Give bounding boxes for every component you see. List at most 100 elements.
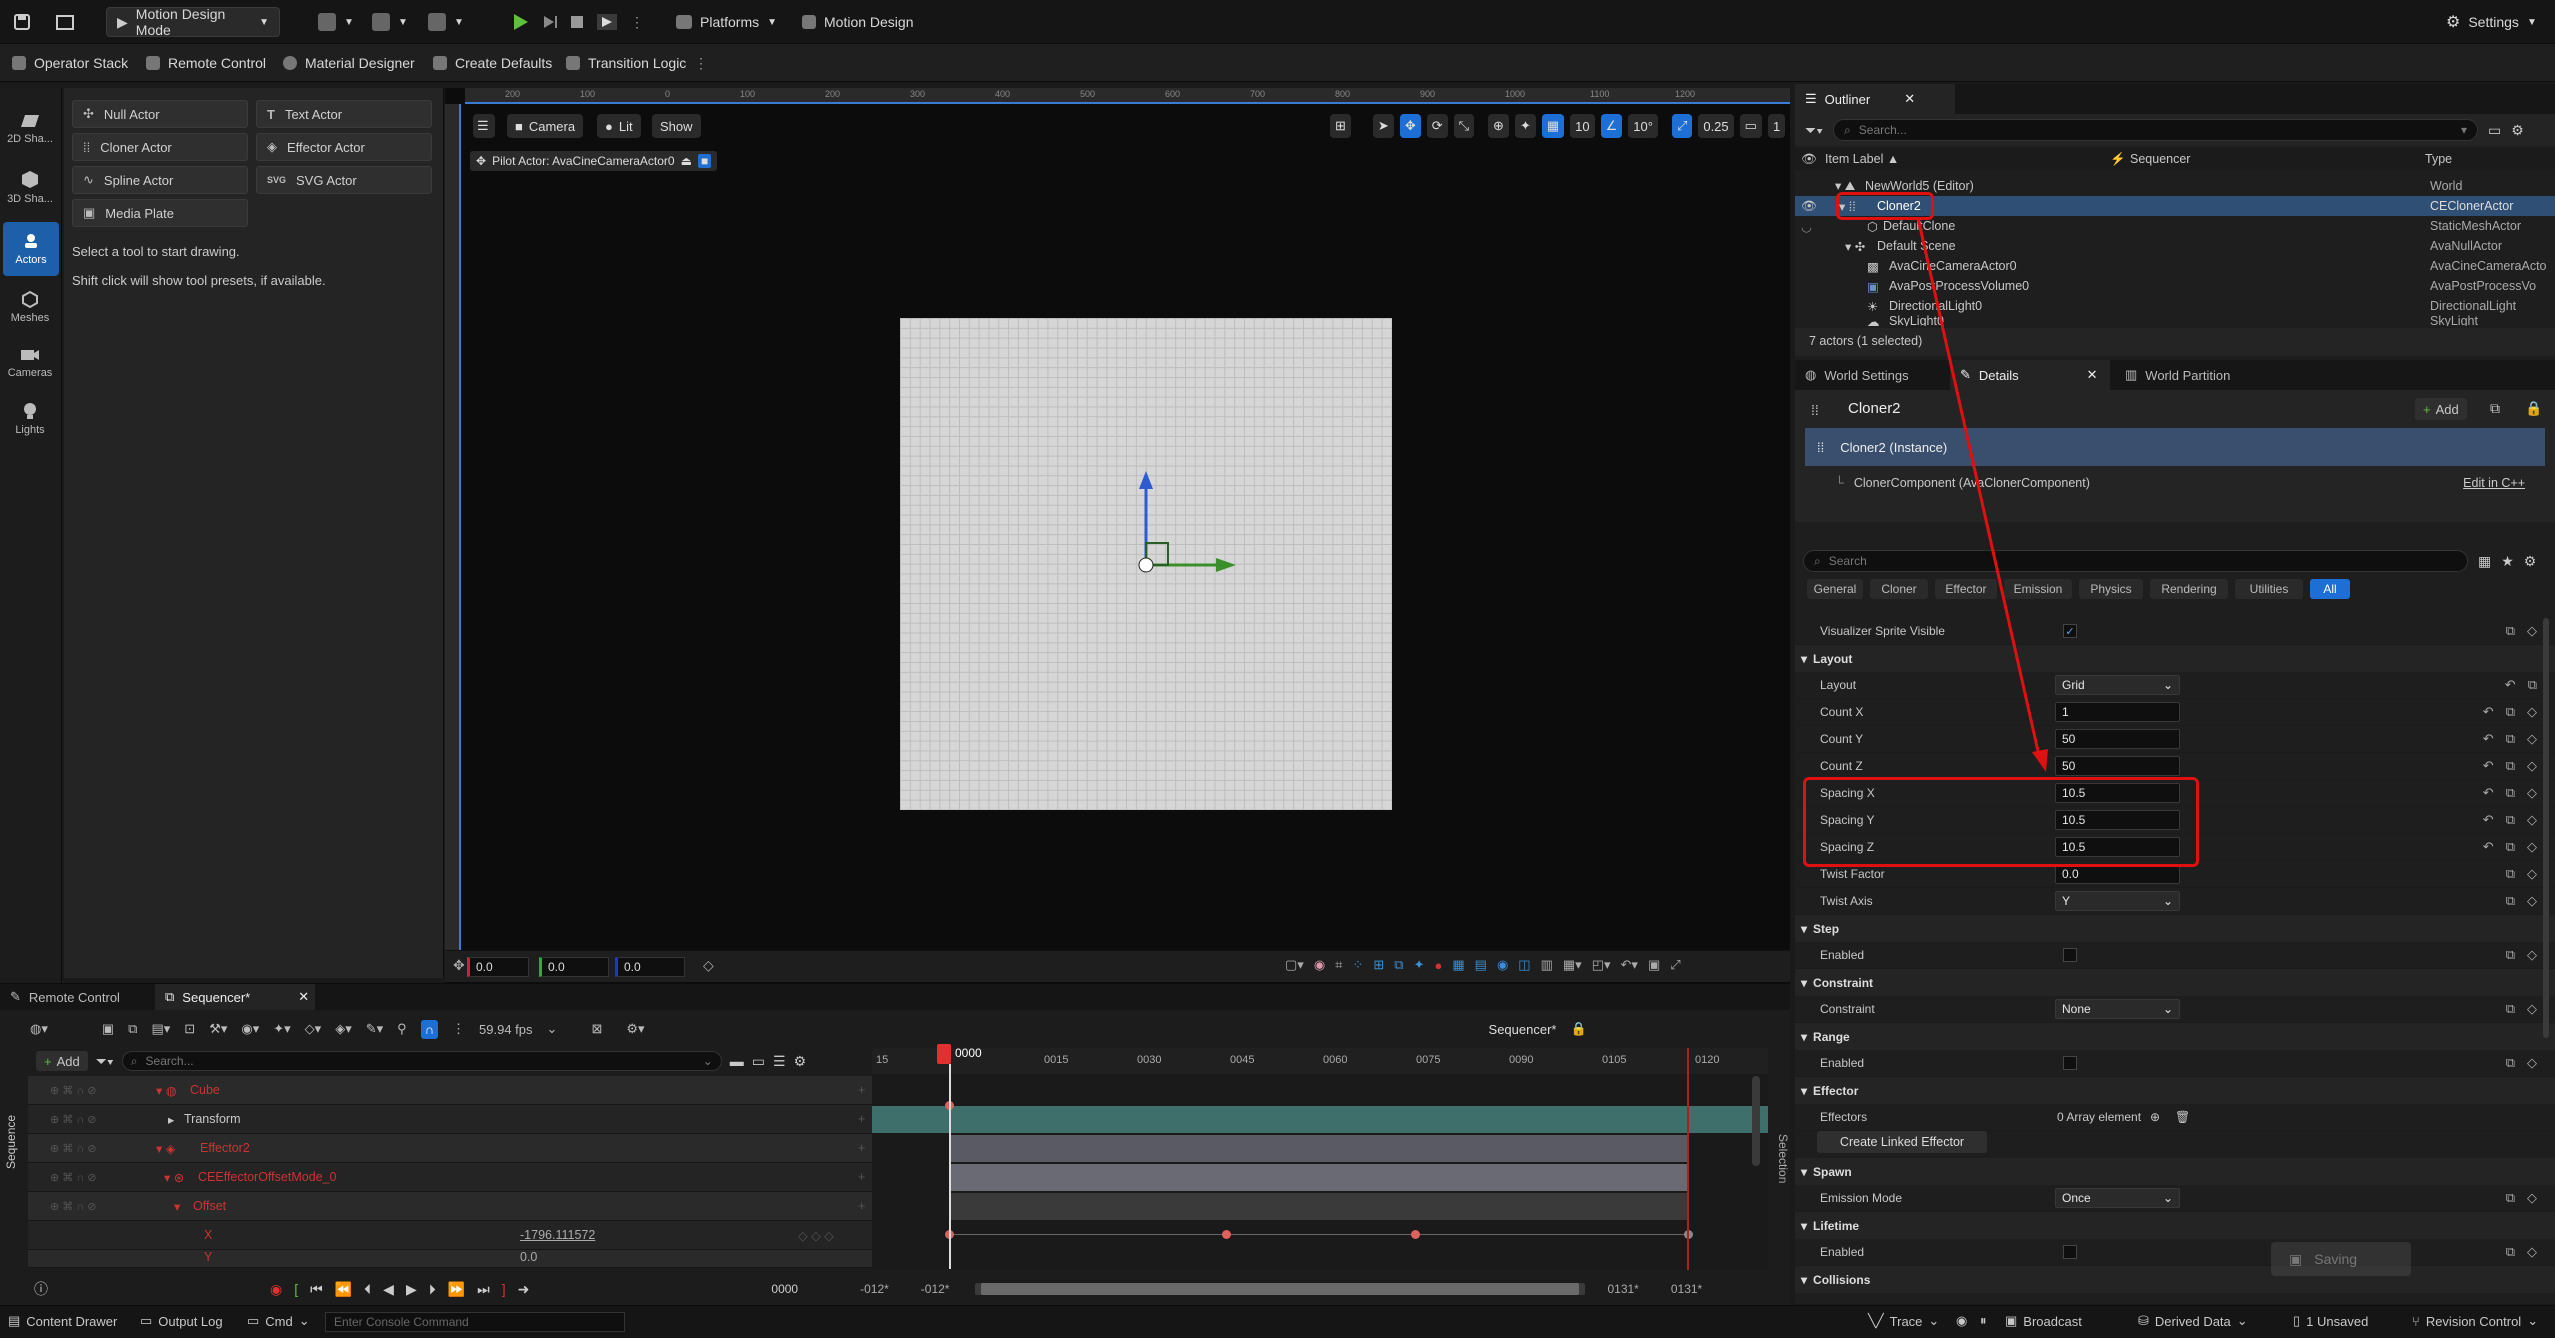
view-end-field[interactable]: 0131* (1671, 1282, 1702, 1296)
revision-control-button[interactable]: ⑂ Revision Control ⌄ (2412, 1313, 2538, 1329)
world-space-icon[interactable]: ⊕ (1488, 114, 1509, 138)
unsaved-button[interactable]: ▯ 1 Unsaved (2293, 1313, 2368, 1329)
save-icon[interactable]: ▣ (102, 1021, 114, 1037)
add-track-icon[interactable]: + (858, 1170, 865, 1184)
eye-icon[interactable]: 👁 (1801, 199, 1817, 214)
keyframe-add-icon[interactable]: ⧉ (2506, 812, 2515, 828)
outliner-row[interactable]: ▾ ✣ Default Scene AvaNullActor (1795, 236, 2555, 256)
tool-svg-actor[interactable]: SVG SVG Actor (256, 166, 432, 194)
settings-icon[interactable]: ⚙▾ (626, 1021, 644, 1037)
curve-edit-icon[interactable]: ✎▾ (366, 1021, 383, 1037)
curve-editor-icon[interactable]: ⊠ (591, 1021, 602, 1037)
add-component-button[interactable]: + Add (2415, 398, 2467, 420)
remote-control-button[interactable]: Remote Control (146, 48, 266, 78)
keyframe-add-icon[interactable]: ⧉ (2506, 785, 2515, 801)
material-designer-button[interactable]: Material Designer (283, 48, 415, 78)
record-icon[interactable]: ◉ (270, 1281, 282, 1298)
color-grid-icon[interactable]: ▦ (1452, 957, 1464, 973)
eye-closed-icon[interactable]: ◡ (1801, 219, 1812, 234)
minus-icon[interactable]: ▬ (730, 1053, 744, 1069)
step-enabled-checkbox[interactable] (2063, 948, 2077, 962)
transition-logic-button[interactable]: Transition Logic (566, 48, 686, 78)
category-lifetime[interactable]: ▾ Lifetime (1795, 1212, 2555, 1239)
reset-icon[interactable]: ↶ (2483, 812, 2494, 828)
diamond-icon[interactable]: ◇ (2527, 758, 2537, 774)
current-frame-field[interactable]: 0000 (771, 1282, 798, 1296)
bones-icon[interactable]: ✦ (1414, 957, 1425, 973)
playback-start-field[interactable]: -012* (921, 1282, 950, 1296)
keyframe-add-icon[interactable]: ⧉ (2506, 1055, 2515, 1071)
jump-end-icon[interactable]: ⏭ (477, 1281, 490, 1298)
scale-snap-value[interactable]: 0.25 (1698, 114, 1734, 138)
mode-dropdown[interactable]: ▶ Motion Design Mode ▼ (106, 6, 280, 38)
count-z-field[interactable]: 50 (2055, 756, 2180, 776)
camera-speed-icon[interactable]: ▭ (1739, 114, 1762, 138)
filter-icon[interactable]: ⏷▾ (96, 1053, 114, 1070)
content-drawer-button[interactable]: ▤ Content Drawer (8, 1313, 117, 1329)
diamond-icon[interactable]: ◇ (2527, 839, 2537, 855)
col-type[interactable]: Type (2425, 152, 2452, 166)
add-actor-button[interactable]: ▼ (318, 7, 354, 37)
diamond-icon[interactable]: ◇ (2527, 1001, 2537, 1017)
twist-axis-dropdown[interactable]: Y ⌄ (2055, 891, 2180, 911)
viewport-menu-button[interactable]: ☰ (473, 114, 495, 138)
track-row-transform[interactable]: ⊕ ⌘ ∩ ⊘ ▸ Transform + (28, 1105, 873, 1134)
add-track-icon[interactable]: + (858, 1083, 865, 1097)
layout-dropdown[interactable]: Grid ⌄ (2055, 675, 2180, 695)
add-track-button[interactable]: + Add (36, 1051, 88, 1071)
eject-pilot-icon[interactable]: ⏏ (681, 154, 692, 168)
outliner-row[interactable]: ▣ AvaPostProcessVolume0 AvaPostProcessVo (1795, 276, 2555, 296)
marker-icon[interactable]: ⚲ (397, 1021, 407, 1037)
time-ruler[interactable]: 15 0015 0030 0045 0060 0075 0090 0105 01… (872, 1048, 1768, 1074)
tab-remote-control[interactable]: ✎ Remote Control (0, 984, 130, 1010)
mode-cameras[interactable]: Cameras (0, 336, 60, 390)
tool-cloner-actor[interactable]: ⁞⁞ Cloner Actor (72, 133, 248, 161)
offset-track-bar[interactable] (950, 1193, 1688, 1220)
record-trace-icon[interactable]: ◉ (1956, 1313, 1967, 1329)
track-row-cube[interactable]: ⊕ ⌘ ∩ ⊘ ▾ ◍ Cube + (28, 1076, 873, 1105)
col-item-label[interactable]: Item Label ▲ (1825, 152, 1899, 166)
align-icon[interactable]: ▥ (1541, 957, 1553, 973)
actor-grid-icon[interactable]: ⊞ (1373, 957, 1384, 973)
set-end-icon[interactable]: ] (502, 1281, 506, 1297)
track-row-offset-x[interactable]: X -1796.111572 ◇ ◇ ◇ (28, 1221, 873, 1250)
keyframe-add-icon[interactable]: ⧉ (2506, 947, 2515, 963)
diamond-icon[interactable]: ◇ (2527, 1055, 2537, 1071)
close-icon[interactable]: ✕ (2087, 367, 2098, 383)
keyframe-add-icon[interactable]: ⧉ (2506, 623, 2515, 639)
outliner-search-input[interactable]: ⌕ Search... ▾ (1833, 119, 2479, 141)
next-key-icon[interactable]: ⏩ (448, 1281, 465, 1298)
collapse-icon[interactable]: ▭ (752, 1053, 765, 1070)
actor-name[interactable]: Cloner2 (1848, 400, 1901, 417)
constraint-dropdown[interactable]: None ⌄ (2055, 999, 2180, 1019)
category-layout[interactable]: ▾ Layout (1795, 645, 2555, 672)
undo-view-icon[interactable]: ↶▾ (1621, 957, 1638, 973)
info-icon[interactable]: ⓘ (34, 1279, 48, 1299)
view-icon[interactable]: ◉▾ (241, 1021, 259, 1037)
snap-dots-icon[interactable]: ⁘ (1352, 957, 1363, 973)
outliner-row[interactable]: ☀ DirectionalLight0 DirectionalLight (1795, 296, 2555, 316)
diamond-icon[interactable]: ◇ (2527, 785, 2537, 801)
reset-icon[interactable]: ↶ (2483, 731, 2494, 747)
select-mode-icon[interactable]: ➤ (1372, 114, 1394, 138)
keyframe-add-icon[interactable]: ⧉ (2506, 758, 2515, 774)
distribute-icon[interactable]: ▦▾ (1563, 957, 1582, 973)
snap-toggle-icon[interactable]: ∩ (420, 1019, 439, 1039)
diamond-icon[interactable]: ◇ (2527, 1190, 2537, 1206)
more-options-icon[interactable]: ⋮ (694, 48, 708, 78)
diamond-icon[interactable]: ◇ (2527, 731, 2537, 747)
track-search-input[interactable]: ⌕ Search... ⌄ (121, 1051, 722, 1071)
keyframe-diamond-icon[interactable]: ◇ (703, 957, 714, 974)
jump-start-icon[interactable]: ⏮ (310, 1281, 323, 1298)
broadcast-button[interactable]: ▣ Broadcast (2005, 1313, 2082, 1329)
set-start-icon[interactable]: [ (294, 1281, 298, 1297)
tab-outliner[interactable]: ☰ Outliner ✕ (1795, 84, 1955, 114)
add-track-icon[interactable]: + (858, 1112, 865, 1126)
color-picker-icon[interactable]: ◉ (1314, 957, 1325, 973)
camera-speed-value[interactable]: 1 (1767, 114, 1786, 138)
transform-track-bar[interactable] (872, 1106, 1768, 1133)
rotation-snap-value[interactable]: 10° (1628, 114, 1658, 138)
diamond-icon[interactable]: ◇ (2527, 812, 2537, 828)
arrange-icon[interactable]: ▤ (1475, 957, 1487, 973)
instance-row[interactable]: ⁞⁞ Cloner2 (Instance) (1805, 428, 2545, 466)
